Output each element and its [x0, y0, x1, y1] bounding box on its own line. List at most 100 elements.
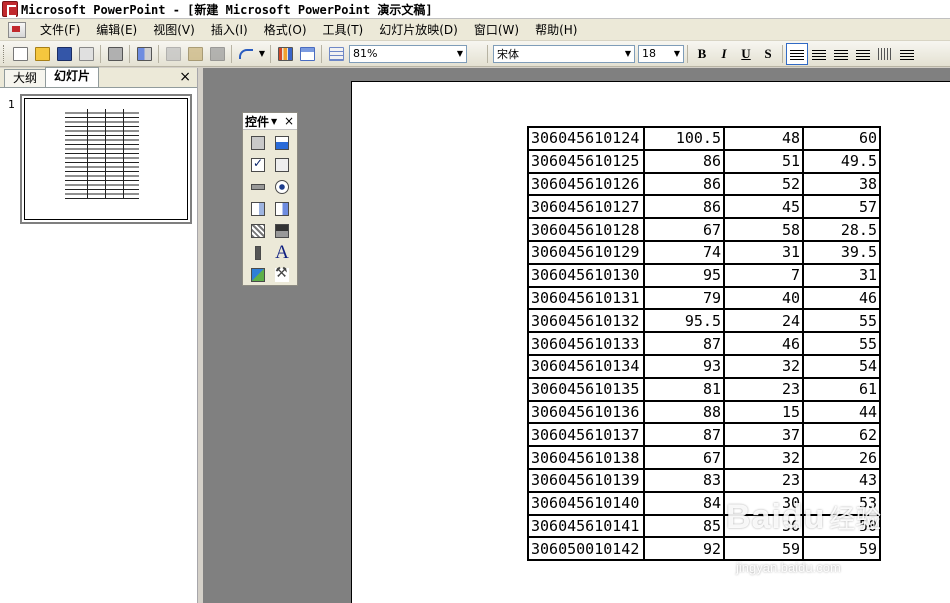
combobox-control-button[interactable]	[271, 198, 293, 220]
table-cell-id[interactable]: 306045610131	[527, 285, 645, 311]
shadow-button[interactable]: S	[757, 43, 779, 65]
table-cell-value[interactable]: 39.5	[802, 239, 881, 265]
table-cell-id[interactable]: 306045610140	[527, 490, 645, 516]
checkbox-control-button[interactable]	[247, 154, 269, 176]
table-cell-value[interactable]: 44	[802, 399, 881, 425]
menu-file[interactable]: 文件(F)	[32, 20, 88, 40]
table-cell-value[interactable]: 54	[802, 353, 881, 379]
table-cell-value[interactable]: 85	[643, 513, 725, 539]
table-cell-value[interactable]: 61	[802, 376, 881, 402]
bold-button[interactable]: B	[691, 43, 713, 65]
font-size-combo[interactable]: 18 ▼	[638, 44, 684, 63]
table-cell-value[interactable]: 79	[643, 285, 725, 311]
table-cell-value[interactable]: 62	[802, 422, 881, 448]
italic-button[interactable]: I	[713, 43, 735, 65]
table-cell-value[interactable]: 86	[643, 171, 725, 197]
more-controls-button[interactable]	[271, 264, 293, 286]
font-name-combo[interactable]: 宋体 ▼	[493, 44, 635, 63]
table-cell-value[interactable]: 30	[723, 490, 804, 516]
chevron-down-icon[interactable]: ▼	[622, 46, 634, 62]
table-cell-value[interactable]: 43	[802, 467, 881, 493]
table-cell-value[interactable]: 37	[723, 422, 804, 448]
table-cell-id[interactable]: 306045610134	[527, 353, 645, 379]
table-cell-id[interactable]: 306045610130	[527, 262, 645, 288]
toolbox-title-bar[interactable]: 控件 ▼ ×	[243, 113, 297, 130]
table-cell-value[interactable]: 55	[802, 308, 881, 334]
paste-button[interactable]	[184, 43, 206, 65]
table-cell-value[interactable]: 26	[802, 445, 881, 470]
table-cell-value[interactable]: 32	[723, 353, 804, 379]
table-cell-value[interactable]: 74	[643, 239, 725, 265]
document-icon[interactable]	[8, 21, 26, 38]
option-button-control[interactable]	[271, 176, 293, 198]
table-cell-value[interactable]: 23	[723, 467, 804, 493]
label-control-button[interactable]: A	[271, 242, 293, 264]
tab-slides[interactable]: 幻灯片	[45, 67, 100, 87]
table-cell-value[interactable]: 40	[723, 285, 804, 311]
table-cell-id[interactable]: 306045610137	[527, 422, 645, 448]
menu-edit[interactable]: 编辑(E)	[88, 20, 145, 40]
design-mode-button[interactable]	[247, 132, 269, 154]
table-cell-value[interactable]: 50	[802, 513, 881, 539]
table-cell-value[interactable]: 87	[643, 331, 725, 356]
table-cell-value[interactable]: 88	[643, 399, 725, 425]
table-cell-value[interactable]: 52	[723, 171, 804, 197]
cut-button[interactable]	[162, 43, 184, 65]
menu-window[interactable]: 窗口(W)	[466, 20, 527, 40]
textbox-control-button[interactable]	[271, 154, 293, 176]
table-cell-value[interactable]: 93	[643, 353, 725, 379]
table-cell-value[interactable]: 28.5	[802, 217, 881, 242]
table-cell-value[interactable]: 49.5	[802, 148, 881, 174]
table-cell-value[interactable]: 81	[643, 376, 725, 402]
table-cell-value[interactable]: 57	[802, 194, 881, 220]
permission-button[interactable]	[75, 43, 97, 65]
chevron-down-icon[interactable]: ▼	[671, 46, 683, 62]
image-control-button[interactable]	[247, 264, 269, 286]
table-cell-value[interactable]: 60	[802, 126, 881, 151]
table-cell-value[interactable]: 7	[723, 262, 804, 288]
align-center-button[interactable]	[808, 43, 830, 65]
table-cell-value[interactable]: 100.5	[643, 126, 725, 151]
table-cell-value[interactable]: 24	[723, 308, 804, 334]
table-cell-value[interactable]: 83	[643, 467, 725, 493]
menu-insert[interactable]: 插入(I)	[203, 20, 256, 40]
table-cell-value[interactable]: 67	[643, 445, 725, 470]
table-cell-value[interactable]: 55	[802, 331, 881, 356]
menu-tools[interactable]: 工具(T)	[315, 20, 372, 40]
spelling-button[interactable]	[133, 43, 155, 65]
toolbox-close-button[interactable]: ×	[284, 114, 294, 128]
table-cell-value[interactable]: 51	[723, 148, 804, 174]
align-right-button[interactable]	[830, 43, 852, 65]
table-cell-value[interactable]: 58	[723, 217, 804, 242]
table-cell-value[interactable]: 92	[643, 536, 725, 562]
zoom-combo[interactable]: 81% ▼	[349, 44, 467, 63]
table-cell-value[interactable]: 31	[802, 262, 881, 288]
slide-thumbnail[interactable]	[20, 94, 192, 224]
table-cell-id[interactable]: 306045610139	[527, 467, 645, 493]
table-cell-value[interactable]: 38	[802, 171, 881, 197]
table-cell-value[interactable]: 86	[643, 148, 725, 174]
table-cell-id[interactable]: 306045610125	[527, 148, 645, 174]
menu-format[interactable]: 格式(O)	[256, 20, 315, 40]
table-cell-id[interactable]: 306050010142	[527, 536, 645, 562]
table-cell-id[interactable]: 306045610124	[527, 126, 645, 151]
table-cell-value[interactable]: 46	[802, 285, 881, 311]
insert-chart-button[interactable]	[274, 43, 296, 65]
columns-button[interactable]	[874, 43, 896, 65]
toggle-button-control[interactable]	[247, 220, 269, 242]
table-cell-value[interactable]: 87	[643, 422, 725, 448]
table-cell-value[interactable]: 59	[723, 536, 804, 562]
table-cell-id[interactable]: 306045610135	[527, 376, 645, 402]
table-cell-value[interactable]: 45	[723, 194, 804, 220]
menu-help[interactable]: 帮助(H)	[527, 20, 585, 40]
toolbar-grip[interactable]	[3, 44, 6, 63]
table-cell-value[interactable]: 36	[723, 513, 804, 539]
powerpoint-app-icon[interactable]	[2, 1, 18, 17]
table-cell-id[interactable]: 306045610126	[527, 171, 645, 197]
underline-button[interactable]: U	[735, 43, 757, 65]
table-cell-value[interactable]: 31	[723, 239, 804, 265]
properties-button[interactable]	[271, 132, 293, 154]
menu-view[interactable]: 视图(V)	[145, 20, 203, 40]
table-cell-value[interactable]: 32	[723, 445, 804, 470]
slide-data-table[interactable]: 306045610124 100.5 48 60 306045610125 86 51 49.…	[527, 126, 881, 562]
